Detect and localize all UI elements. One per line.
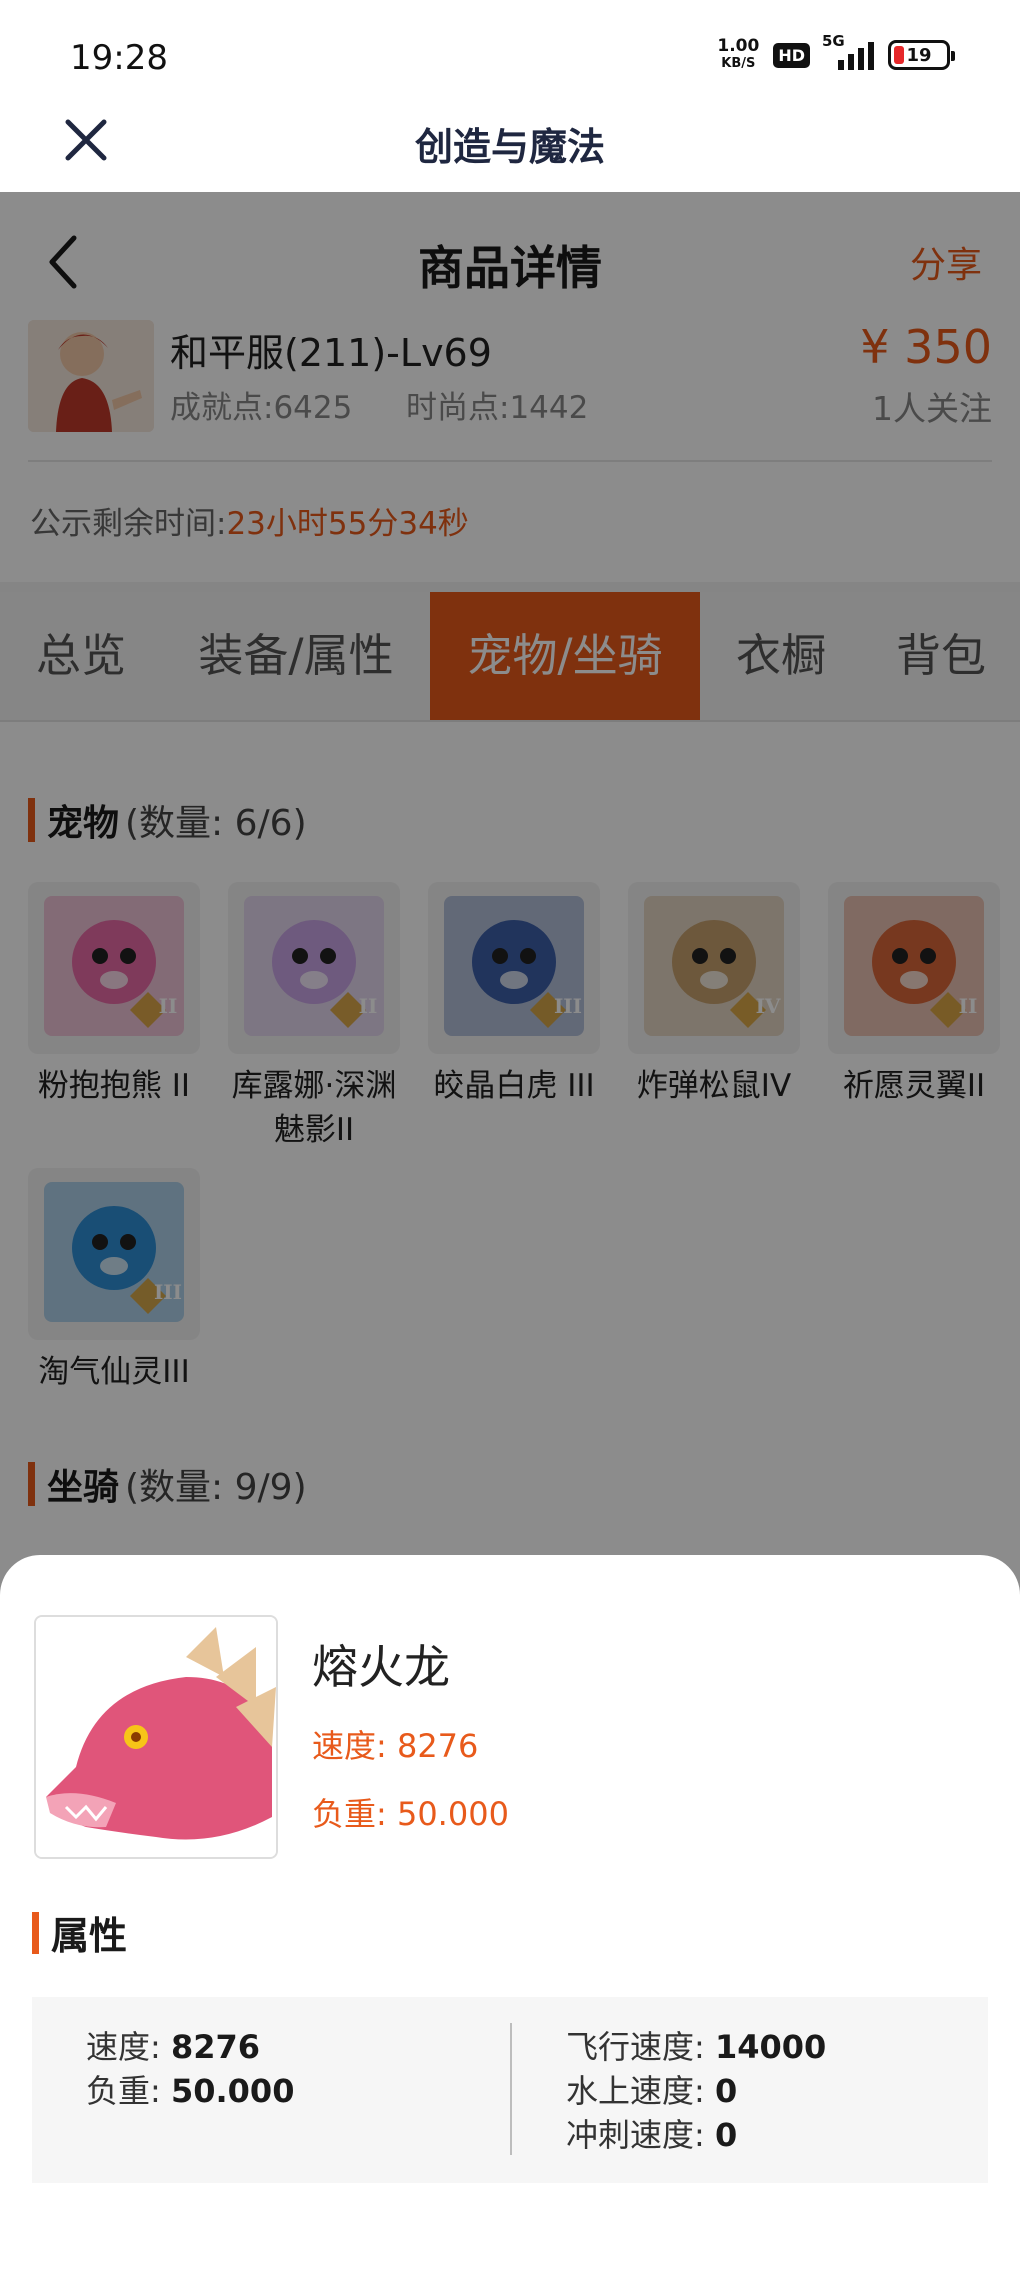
status-bar: 19:28 1.00 KB/S HD 5G 19 <box>0 0 1020 90</box>
attributes-right: 飞行速度: 14000 水上速度: 0 冲刺速度: 0 <box>566 2025 826 2157</box>
network-speed-value: 1.00 <box>717 36 760 56</box>
attr-divider <box>510 2023 512 2155</box>
network-type: 5G <box>822 32 845 50</box>
status-icons: 1.00 KB/S HD 5G 19 <box>717 32 955 72</box>
attr-value: 50.000 <box>170 2072 295 2110</box>
mount-image <box>34 1615 278 1859</box>
attributes-title: 属性 <box>32 1905 127 1960</box>
mount-load: 负重: 50.000 <box>312 1795 509 1833</box>
signal-icon: 5G <box>822 32 874 70</box>
attr-label: 冲刺速度: <box>566 2116 705 2154</box>
attr-label: 飞行速度: <box>566 2028 705 2066</box>
hd-icon: HD <box>773 42 810 68</box>
attr-fly-speed: 飞行速度: 14000 <box>566 2025 826 2069</box>
battery-icon: 19 <box>888 40 955 70</box>
attr-load: 负重: 50.000 <box>86 2069 294 2113</box>
attributes-panel: 速度: 8276 负重: 50.000 飞行速度: 14000 水上速度: 0 … <box>32 1997 988 2183</box>
app-title: 创造与魔法 <box>414 125 605 169</box>
attr-value: 14000 <box>714 2028 827 2066</box>
app-title-bar: 创造与魔法 <box>0 90 1020 192</box>
battery-level: 19 <box>906 44 932 66</box>
attr-water-speed: 水上速度: 0 <box>566 2069 826 2113</box>
mount-name: 熔火龙 <box>312 1640 450 1694</box>
attr-value: 0 <box>714 2072 738 2110</box>
network-speed-unit: KB/S <box>721 56 756 71</box>
attr-label: 负重: <box>86 2072 161 2110</box>
attr-label: 速度: <box>86 2028 161 2066</box>
modal-backdrop[interactable] <box>0 192 1020 1747</box>
attr-value: 0 <box>714 2116 738 2154</box>
mount-detail-sheet: 熔火龙 速度: 8276 负重: 50.000 属性 速度: 8276 负重: … <box>0 1555 1020 2280</box>
attr-dash-speed: 冲刺速度: 0 <box>566 2113 826 2157</box>
attributes-left: 速度: 8276 负重: 50.000 <box>86 2025 294 2113</box>
attr-speed: 速度: 8276 <box>86 2025 294 2069</box>
status-time: 19:28 <box>70 38 168 78</box>
attributes-title-text: 属性 <box>51 1914 128 1958</box>
mount-speed: 速度: 8276 <box>312 1727 479 1765</box>
attr-label: 水上速度: <box>566 2072 705 2110</box>
attr-value: 8276 <box>170 2028 261 2066</box>
network-speed: 1.00 KB/S <box>717 38 759 72</box>
